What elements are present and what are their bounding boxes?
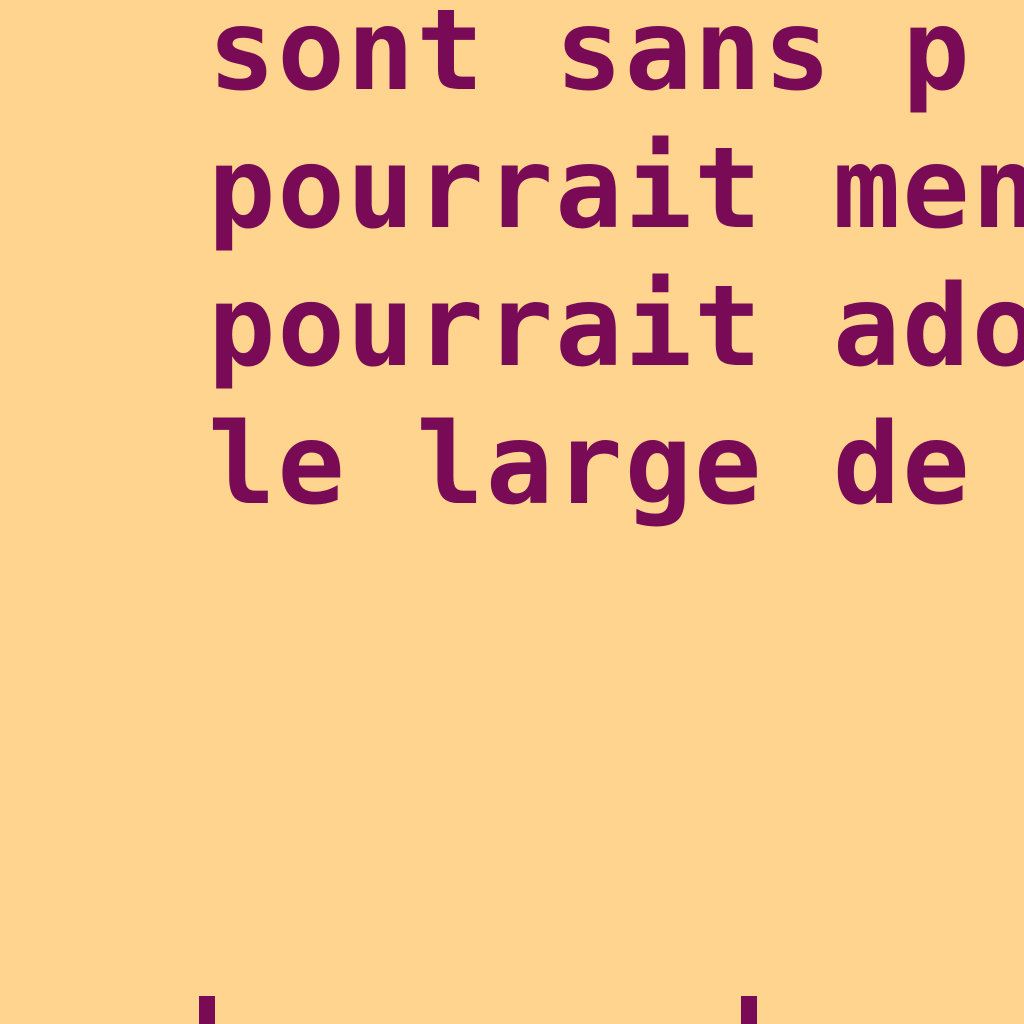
text-line-1: sont sans p — [208, 0, 972, 116]
document-text: sont sans p pourrait mene pourrait adop … — [208, 0, 1024, 534]
partial-glyph-left — [199, 996, 215, 1024]
text-line-4: le large de c — [208, 400, 1024, 530]
document-page: sont sans p pourrait mene pourrait adop … — [0, 0, 1024, 1024]
text-line-2: pourrait mene — [208, 124, 1024, 254]
partial-glyph-right — [741, 996, 757, 1024]
text-line-3: pourrait adop — [208, 262, 1024, 392]
